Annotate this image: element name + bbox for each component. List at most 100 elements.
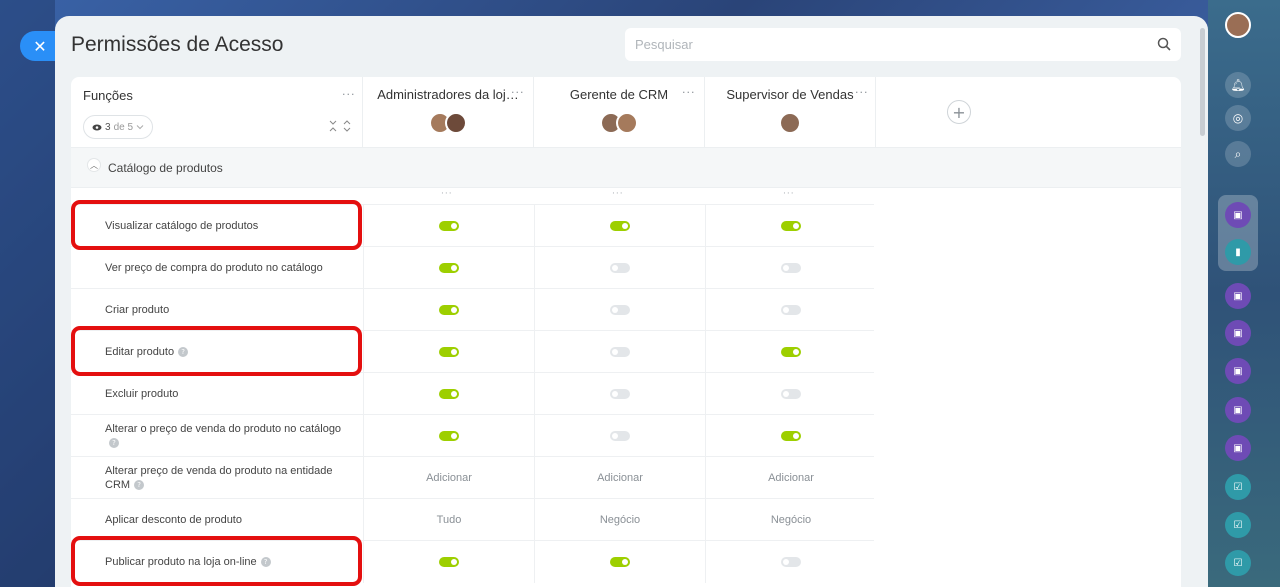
permission-cell[interactable]: [705, 247, 876, 289]
panel-scrollbar[interactable]: [1200, 28, 1205, 136]
toggle-off[interactable]: [610, 305, 630, 315]
app-icon[interactable]: ▣: [1225, 283, 1251, 309]
permission-cell[interactable]: [705, 415, 876, 457]
toggle-on[interactable]: [781, 431, 801, 441]
permission-cell[interactable]: [705, 289, 876, 331]
toggle-on[interactable]: [439, 389, 459, 399]
app-icon[interactable]: ▣: [1225, 320, 1251, 346]
permission-label: Alterar preço de venda do produto na ent…: [105, 457, 355, 499]
permission-value[interactable]: Adicionar: [768, 472, 814, 484]
toggle-off[interactable]: [610, 431, 630, 441]
permission-value[interactable]: Tudo: [437, 514, 462, 526]
role-column-sales-supervisor[interactable]: Supervisor de Vendas ···: [705, 77, 876, 147]
collapse-expand-icon[interactable]: [329, 119, 353, 133]
add-role-button[interactable]: +: [947, 100, 971, 124]
permission-value[interactable]: Negócio: [771, 514, 811, 526]
column-more-icon[interactable]: ···: [441, 189, 453, 199]
permission-cell[interactable]: [534, 373, 705, 415]
column-more-icon[interactable]: ···: [612, 189, 624, 199]
permission-cell[interactable]: [363, 289, 534, 331]
app-icon[interactable]: ▣: [1225, 358, 1251, 384]
permission-cell[interactable]: [363, 205, 534, 247]
permission-cell[interactable]: [363, 331, 534, 373]
bookmark-icon[interactable]: ▮: [1225, 239, 1251, 265]
toggle-off[interactable]: [781, 557, 801, 567]
toggle-on[interactable]: [439, 221, 459, 231]
permission-cell[interactable]: [534, 331, 705, 373]
permission-label: Editar produto?: [105, 331, 355, 373]
toggle-on[interactable]: [610, 221, 630, 231]
functions-more-icon[interactable]: ···: [342, 88, 356, 101]
task-icon[interactable]: ☑: [1225, 512, 1251, 538]
toggle-on[interactable]: [439, 347, 459, 357]
table-row: Criar produto: [71, 288, 876, 331]
permission-label: Excluir produto: [105, 373, 355, 415]
bell-icon[interactable]: 🔔︎: [1225, 72, 1251, 98]
toggle-on[interactable]: [439, 305, 459, 315]
toggle-off[interactable]: [781, 305, 801, 315]
permission-value[interactable]: Negócio: [600, 514, 640, 526]
role-more-icon[interactable]: ···: [511, 86, 525, 99]
permission-cell[interactable]: [705, 541, 876, 583]
column-more-icon[interactable]: ···: [783, 189, 795, 199]
toggle-on[interactable]: [781, 221, 801, 231]
task-icon[interactable]: ☑: [1225, 550, 1251, 576]
permission-cell[interactable]: [363, 373, 534, 415]
help-icon[interactable]: ?: [178, 347, 189, 358]
search-chat-icon[interactable]: ⌕: [1225, 141, 1251, 167]
app-icon[interactable]: ▣: [1225, 397, 1251, 423]
toggle-off[interactable]: [610, 389, 630, 399]
permission-label-text: Visualizar catálogo de produtos: [105, 220, 259, 232]
help-icon[interactable]: ?: [109, 438, 119, 449]
permission-value[interactable]: Adicionar: [597, 472, 643, 484]
visible-roles-selector[interactable]: 3 de 5: [83, 115, 154, 139]
toggle-off[interactable]: [781, 389, 801, 399]
search-box[interactable]: [625, 28, 1181, 61]
permission-cell[interactable]: Adicionar: [705, 457, 876, 499]
app-icon[interactable]: ▣: [1225, 435, 1251, 461]
role-more-icon[interactable]: ···: [855, 86, 869, 99]
role-more-icon[interactable]: ···: [682, 86, 696, 99]
toggle-off[interactable]: [610, 263, 630, 273]
permission-value[interactable]: Adicionar: [426, 472, 472, 484]
permission-cell[interactable]: Adicionar: [363, 457, 534, 499]
permission-cell[interactable]: Negócio: [705, 499, 876, 541]
permission-cell[interactable]: [534, 541, 705, 583]
toggle-on[interactable]: [781, 347, 801, 357]
user-avatar[interactable]: [1225, 12, 1251, 38]
permission-cell[interactable]: Negócio: [534, 499, 705, 541]
search-icon[interactable]: [1157, 37, 1171, 51]
role-column-admins[interactable]: Administradores da loj… ···: [363, 77, 534, 147]
permission-cell[interactable]: [534, 205, 705, 247]
role-avatars: [429, 112, 467, 134]
toggle-on[interactable]: [610, 557, 630, 567]
permission-cell[interactable]: [705, 205, 876, 247]
permission-cell[interactable]: [705, 331, 876, 373]
section-product-catalog[interactable]: ︿ Catálogo de produtos: [71, 147, 1181, 188]
help-icon[interactable]: ?: [260, 557, 271, 568]
toggle-on[interactable]: [439, 431, 459, 441]
toggle-off[interactable]: [781, 263, 801, 273]
search-input[interactable]: [625, 28, 1125, 61]
permission-cell[interactable]: Adicionar: [534, 457, 705, 499]
permission-cell[interactable]: [363, 247, 534, 289]
permission-cell[interactable]: [534, 247, 705, 289]
chevron-up-icon[interactable]: ︿: [87, 158, 101, 172]
help-icon[interactable]: ?: [134, 480, 145, 491]
close-slider-button[interactable]: ✕: [20, 31, 60, 61]
activity-icon[interactable]: ◎: [1225, 105, 1251, 131]
permission-cell[interactable]: [534, 289, 705, 331]
role-column-crm-manager[interactable]: Gerente de CRM ···: [534, 77, 705, 147]
permission-cell[interactable]: Tudo: [363, 499, 534, 541]
task-icon[interactable]: ☑: [1225, 474, 1251, 500]
permission-cell[interactable]: [363, 415, 534, 457]
toggle-on[interactable]: [439, 263, 459, 273]
permission-cell[interactable]: [363, 541, 534, 583]
chevron-down-icon: [136, 125, 144, 130]
permission-cell[interactable]: [705, 373, 876, 415]
toggle-on[interactable]: [439, 557, 459, 567]
functions-label: Funções: [83, 88, 133, 103]
toggle-off[interactable]: [610, 347, 630, 357]
app-icon[interactable]: ▣: [1225, 202, 1251, 228]
permission-cell[interactable]: [534, 415, 705, 457]
